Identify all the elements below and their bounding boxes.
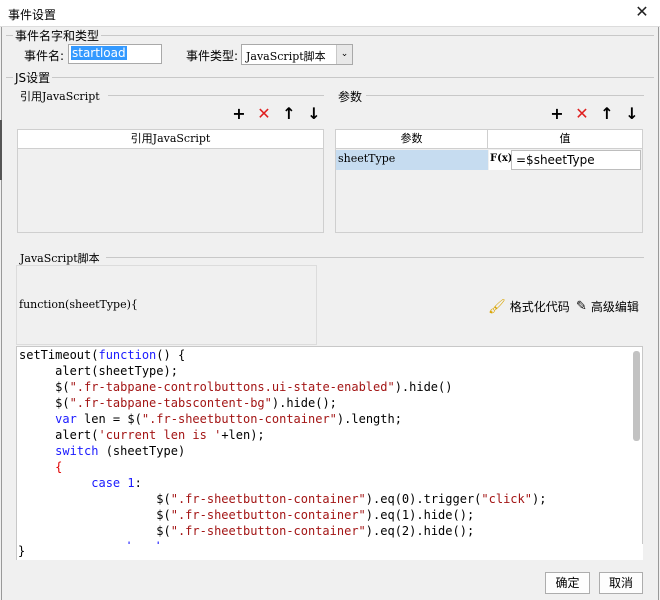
chevron-down-icon[interactable]: ⌄ xyxy=(336,45,352,64)
code-scrollbar[interactable] xyxy=(633,351,640,441)
event-group-title: 事件名字和类型 xyxy=(13,27,102,44)
divider xyxy=(108,95,324,96)
code-line: case 1: xyxy=(91,476,142,490)
group-border xyxy=(6,77,654,78)
code-line: switch (sheetType) xyxy=(55,444,186,458)
event-name-input[interactable]: startload xyxy=(68,44,162,64)
code-line: $(".fr-sheetbutton-container").eq(2).hid… xyxy=(19,524,475,538)
divider xyxy=(366,95,644,96)
group-border xyxy=(6,35,654,36)
advanced-edit-button[interactable]: ✎ 高级编辑 xyxy=(576,298,639,315)
arrow-up-icon[interactable]: ↑ xyxy=(599,106,615,122)
arrow-up-icon[interactable]: ↑ xyxy=(281,106,297,122)
delete-icon[interactable]: ✕ xyxy=(256,106,272,122)
ref-js-column-header: 引用JavaScript xyxy=(17,129,324,149)
signature-box: function(sheetType){ xyxy=(16,265,317,345)
event-type-value: JavaScript脚本 xyxy=(246,50,326,63)
param-column-header: 参数 xyxy=(335,129,488,149)
ref-js-title: 引用JavaScript xyxy=(20,90,100,103)
js-group-title: JS设置 xyxy=(13,69,53,86)
brush-icon: 🖌 xyxy=(488,298,506,315)
format-code-label: 格式化代码 xyxy=(509,300,570,314)
close-icon[interactable]: ✕ xyxy=(634,4,650,20)
code-line: alert(sheetType); xyxy=(19,364,178,378)
code-line: setTimeout(function() { xyxy=(19,348,186,362)
param-title: 参数 xyxy=(338,90,363,104)
code-editor[interactable]: setTimeout(function() { alert(sheetType)… xyxy=(16,346,643,560)
ok-button[interactable]: 确定 xyxy=(545,572,590,594)
code-line: $(".fr-tabpane-tabscontent-bg").hide(); xyxy=(19,396,337,410)
value-column-header: 值 xyxy=(487,129,643,149)
window-title: 事件设置 xyxy=(8,8,57,22)
formula-icon[interactable]: F(x) xyxy=(489,150,513,170)
param-name-cell[interactable]: sheetType xyxy=(336,150,488,170)
delete-icon[interactable]: ✕ xyxy=(574,106,590,122)
code-line: alert('current len is '+len); xyxy=(19,428,265,442)
script-title: JavaScript脚本 xyxy=(20,252,100,265)
window-titlebar: 事件设置 ✕ xyxy=(0,0,660,27)
event-type-select[interactable]: JavaScript脚本 ⌄ xyxy=(241,44,353,65)
format-code-button[interactable]: 🖌 格式化代码 xyxy=(488,298,570,315)
add-icon[interactable]: + xyxy=(231,106,247,122)
function-closing-brace: } xyxy=(17,544,643,560)
code-line: $(".fr-sheetbutton-container").eq(1).hid… xyxy=(19,508,475,522)
arrow-down-icon[interactable]: ↓ xyxy=(624,106,640,122)
code-line: $(".fr-tabpane-controlbuttons.ui-state-e… xyxy=(19,380,453,394)
event-name-label: 事件名: xyxy=(24,49,65,63)
edit-icon: ✎ xyxy=(576,299,587,314)
arrow-down-icon[interactable]: ↓ xyxy=(306,106,322,122)
divider xyxy=(106,257,644,258)
code-line: var len = $(".fr-sheetbutton-container")… xyxy=(55,412,402,426)
background-edge xyxy=(0,120,2,180)
function-signature: function(sheetType){ xyxy=(19,298,138,311)
advanced-edit-label: 高级编辑 xyxy=(590,300,639,314)
add-icon[interactable]: + xyxy=(549,106,565,122)
param-value-input[interactable]: =$sheetType xyxy=(511,150,641,170)
event-type-label: 事件类型: xyxy=(186,49,239,63)
code-line: { xyxy=(55,460,63,474)
code-line: $(".fr-sheetbutton-container").eq(0).tri… xyxy=(19,492,547,506)
event-name-value: startload xyxy=(71,46,127,60)
cancel-button[interactable]: 取消 xyxy=(599,572,643,594)
